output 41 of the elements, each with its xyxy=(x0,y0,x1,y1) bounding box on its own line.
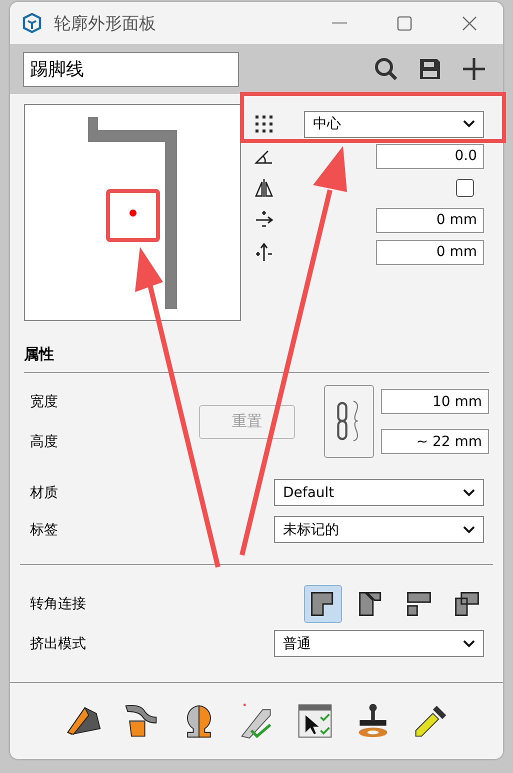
window-title: 轮廓外形面板 xyxy=(54,12,157,34)
save-icon[interactable] xyxy=(418,57,442,81)
search-icon[interactable] xyxy=(374,57,398,81)
maximize-icon[interactable] xyxy=(397,16,412,30)
app-logo-icon xyxy=(22,13,42,33)
tag-dropdown[interactable]: 未标记的 xyxy=(274,516,484,543)
height-field[interactable]: ~ 22 mm xyxy=(381,429,489,454)
alignment-dropdown[interactable]: 中心 xyxy=(304,110,484,138)
add-icon[interactable] xyxy=(462,57,486,81)
field-label: 材质 xyxy=(30,484,58,502)
corner-joint-button[interactable] xyxy=(304,585,342,623)
chevron-down-icon xyxy=(463,488,475,496)
chevron-down-icon xyxy=(463,640,475,648)
mirror-checkbox[interactable] xyxy=(456,179,474,197)
horizontal-offset-icon xyxy=(254,210,274,230)
corner-joint-icon xyxy=(405,590,433,618)
field-label: 宽度 xyxy=(30,392,59,410)
field-label: 挤出模式 xyxy=(30,634,86,652)
field-label: 标签 xyxy=(30,520,58,538)
section-heading: 属性 xyxy=(24,345,55,364)
chevron-down-icon xyxy=(463,120,475,128)
corner-joint-icon xyxy=(453,590,481,618)
material-dropdown[interactable]: Default xyxy=(274,479,484,506)
angle-field[interactable]: 0.0 xyxy=(376,144,484,168)
extrusion-dropdown[interactable]: 普通 xyxy=(274,630,484,657)
horizontal-offset-field[interactable]: 0 mm xyxy=(376,208,484,232)
select-checklist-icon[interactable] xyxy=(296,702,334,740)
origin-dot xyxy=(130,210,136,216)
chevron-down-icon xyxy=(463,526,475,534)
link-proportions-button[interactable] xyxy=(324,385,374,458)
vertical-offset-field[interactable]: 0 mm xyxy=(376,240,484,264)
highlight-box xyxy=(106,189,160,242)
name-field[interactable]: 踢脚线 xyxy=(23,52,239,86)
grid-dots-icon xyxy=(254,114,274,134)
vertical-offset-icon xyxy=(254,242,274,262)
width-field[interactable]: 10 mm xyxy=(381,389,489,414)
field-label: 高度 xyxy=(30,432,59,450)
minimize-icon[interactable] xyxy=(332,22,347,24)
field-label: 转角连接 xyxy=(30,595,86,613)
mirror-icon xyxy=(254,178,274,198)
close-icon[interactable] xyxy=(462,16,477,30)
